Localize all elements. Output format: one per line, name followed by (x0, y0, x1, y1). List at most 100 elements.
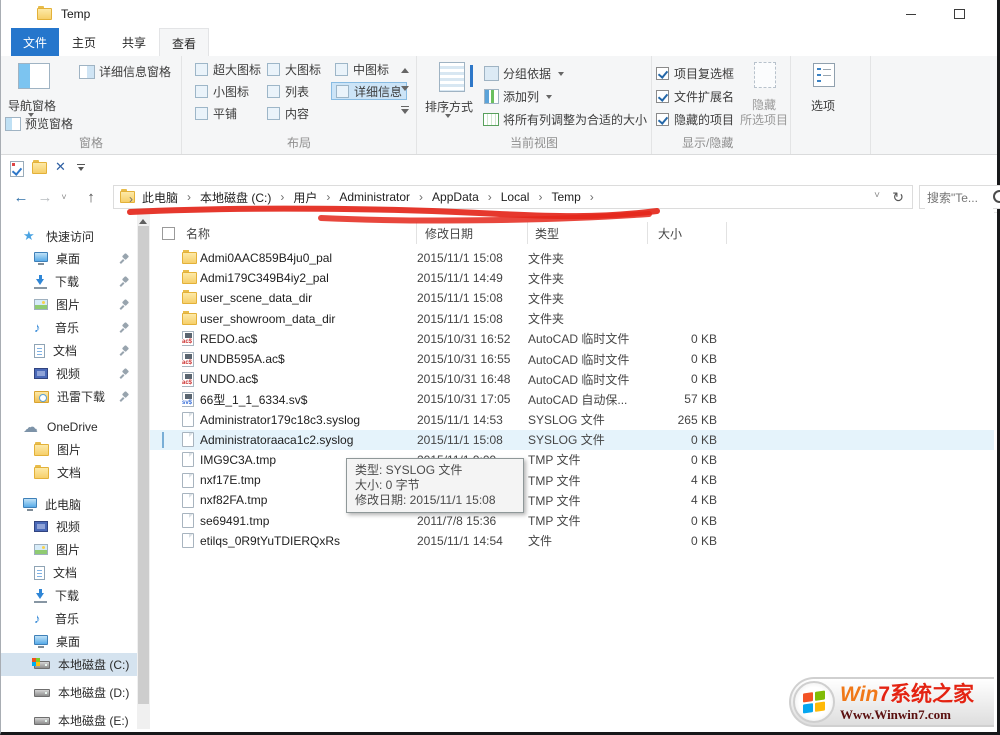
table-row[interactable]: REDO.ac$2015/10/31 16:52AutoCAD 临时文件0 KB (150, 329, 994, 349)
sidebar-item-pc-downloads[interactable]: 下载 (1, 584, 137, 607)
breadcrumb-this-pc[interactable]: 此电脑 (135, 189, 193, 206)
row-checkbox[interactable] (162, 432, 164, 448)
sidebar-item-desktop[interactable]: 桌面 (1, 247, 137, 270)
forward-button[interactable]: → (33, 185, 57, 209)
tab-view-active[interactable]: 查看 (159, 28, 209, 57)
details-pane-button[interactable]: 详细信息窗格 (79, 63, 171, 80)
options-icon[interactable] (813, 63, 835, 87)
maximize-button[interactable] (937, 0, 981, 28)
table-row[interactable]: IMG9C3A.tmp2015/11/1 9:09TMP 文件0 KB (150, 450, 994, 470)
breadcrumb-appdata[interactable]: AppData (425, 190, 494, 204)
hide-selected-button-line2[interactable]: 所选项目 (740, 111, 788, 128)
sidebar-item-documents[interactable]: 文档 (1, 339, 137, 362)
sidebar-item-onedrive-documents[interactable]: 文档 (1, 461, 137, 484)
sidebar-item-videos[interactable]: 视频 (1, 362, 137, 385)
table-row[interactable]: Administrator179c18c3.syslog2015/11/1 14… (150, 410, 994, 430)
sort-by-icon[interactable] (439, 62, 465, 92)
view-option-extra-large-icons[interactable]: 超大图标 (191, 60, 265, 78)
table-row[interactable]: 66型_1_1_6334.sv$2015/10/31 17:05AutoCAD … (150, 389, 994, 409)
table-row[interactable]: UNDO.ac$2015/10/31 16:48AutoCAD 临时文件0 KB (150, 369, 994, 389)
view-option-details-selected[interactable]: 详细信息 (331, 82, 407, 100)
minimize-button[interactable] (889, 0, 933, 28)
up-button[interactable]: ↑ (79, 185, 103, 209)
sidebar-item-pictures[interactable]: 图片 (1, 293, 137, 316)
tab-home[interactable]: 主页 (61, 28, 107, 56)
table-row[interactable]: nxf17E.tmpTMP 文件4 KB (150, 470, 994, 490)
sidebar-item-local-disk-e[interactable]: 本地磁盘 (E:) (1, 709, 137, 729)
refresh-icon[interactable]: ↻ (892, 189, 904, 206)
scrollbar-thumb[interactable] (138, 226, 149, 704)
table-row[interactable]: nxf82FA.tmpTMP 文件4 KB (150, 490, 994, 510)
table-row[interactable]: Admi179C349B4iy2_pal2015/11/1 14:49文件夹 (150, 268, 994, 288)
view-option-medium-icons[interactable]: 中图标 (331, 60, 393, 78)
address-dropdown-icon[interactable]: ˅ (874, 190, 880, 201)
delete-icon[interactable] (55, 160, 67, 174)
view-option-large-icons[interactable]: 大图标 (263, 60, 325, 78)
breadcrumb-administrator[interactable]: Administrator (332, 190, 425, 204)
breadcrumb-local[interactable]: Local (494, 190, 545, 204)
properties-icon[interactable] (10, 161, 24, 177)
sidebar-item-pc-desktop[interactable]: 桌面 (1, 630, 137, 653)
table-row[interactable]: Admi0AAC859B4ju0_pal2015/11/1 15:08文件夹 (150, 248, 994, 268)
new-folder-icon[interactable] (32, 162, 47, 174)
size-all-columns-button[interactable]: 将所有列调整为合适的大小 (483, 111, 647, 128)
column-header-size[interactable]: 大小 (648, 222, 727, 244)
sidebar-item-music[interactable]: 音乐 (1, 316, 137, 339)
sidebar-item-onedrive-pictures[interactable]: 图片 (1, 438, 137, 461)
sidebar-item-pc-videos[interactable]: 视频 (1, 515, 137, 538)
hidden-items-checkbox[interactable]: 隐藏的项目 (656, 111, 734, 128)
options-button[interactable]: 选项 (795, 97, 851, 114)
sidebar-item-local-disk-d[interactable]: 本地磁盘 (D:) (1, 681, 137, 704)
sidebar-item-pc-pictures[interactable]: 图片 (1, 538, 137, 561)
tab-file[interactable]: 文件 (11, 28, 59, 56)
breadcrumb-users[interactable]: 用户 (286, 189, 332, 206)
view-option-list[interactable]: 列表 (263, 82, 313, 100)
sort-by-button[interactable]: 排序方式 (419, 98, 479, 115)
sidebar-item-thunder-downloads[interactable]: 迅雷下载 (1, 385, 137, 408)
view-option-small-icons[interactable]: 小图标 (191, 82, 253, 100)
table-row[interactable]: se69491.tmp2011/7/8 15:36TMP 文件0 KB (150, 510, 994, 530)
table-row[interactable]: UNDB595A.ac$2015/10/31 16:55AutoCAD 临时文件… (150, 349, 994, 369)
sidebar-item-quick-access[interactable]: 快速访问 (1, 225, 137, 247)
search-input[interactable] (925, 187, 993, 209)
breadcrumb-temp[interactable]: Temp (544, 190, 595, 204)
scroll-up-icon[interactable] (139, 215, 147, 224)
back-button[interactable]: ← (9, 185, 33, 209)
list-view-icon (267, 85, 280, 98)
sidebar-item-onedrive[interactable]: OneDrive (1, 416, 137, 438)
layout-more-button[interactable] (398, 104, 411, 120)
column-header-date-modified[interactable]: 修改日期 (417, 222, 528, 244)
tab-share[interactable]: 共享 (111, 28, 157, 56)
breadcrumb-local-disk-c[interactable]: 本地磁盘 (C:) (193, 189, 286, 206)
sidebar-item-downloads[interactable]: 下载 (1, 270, 137, 293)
preview-pane-button[interactable]: 预览窗格 (5, 115, 73, 132)
layout-scroll-up-button[interactable] (398, 60, 411, 76)
view-option-tiles[interactable]: 平铺 (191, 104, 241, 122)
table-row[interactable]: user_showroom_data_dir2015/11/1 15:08文件夹 (150, 309, 994, 329)
column-header-type[interactable]: 类型 (528, 222, 648, 244)
group-by-button[interactable]: 分组依据 (484, 65, 564, 82)
column-header-row: 名称 修改日期 类型 大小 (150, 222, 727, 244)
view-option-content[interactable]: 内容 (263, 104, 313, 122)
file-extensions-checkbox[interactable]: 文件扩展名 (656, 88, 734, 105)
select-all-checkbox[interactable] (162, 222, 182, 244)
add-columns-button[interactable]: 添加列 (484, 88, 552, 105)
column-header-name[interactable]: 名称 (182, 222, 417, 244)
sidebar-item-this-pc[interactable]: 此电脑 (1, 493, 137, 515)
sidebar-item-pc-documents[interactable]: 文档 (1, 561, 137, 584)
address-box[interactable]: 此电脑 本地磁盘 (C:) 用户 Administrator AppData L… (113, 185, 913, 209)
sidebar-scrollbar[interactable] (137, 212, 150, 729)
layout-scroll-down-button[interactable] (398, 82, 411, 98)
sidebar-item-pc-music[interactable]: 音乐 (1, 607, 137, 630)
customize-toolbar-icon[interactable] (77, 164, 85, 174)
navigation-pane-button[interactable]: 导航窗格 (1, 97, 63, 114)
table-row[interactable]: user_scene_data_dir2015/11/1 15:08文件夹 (150, 288, 994, 308)
chevron-down-icon[interactable] (445, 114, 451, 121)
item-checkboxes-checkbox[interactable]: 项目复选框 (656, 65, 734, 82)
sidebar-item-local-disk-c-selected[interactable]: 本地磁盘 (C:) (1, 653, 137, 676)
table-row-hovered[interactable]: Administratoraaca1c2.syslog2015/11/1 15:… (150, 430, 994, 450)
table-row[interactable]: etilqs_0R9tYuTDIERQxRs2015/11/1 14:54文件0… (150, 531, 994, 551)
recent-locations-dropdown[interactable]: ˅ (57, 185, 71, 209)
hide-selected-icon[interactable] (754, 62, 776, 88)
navigation-pane-icon[interactable] (18, 63, 50, 89)
